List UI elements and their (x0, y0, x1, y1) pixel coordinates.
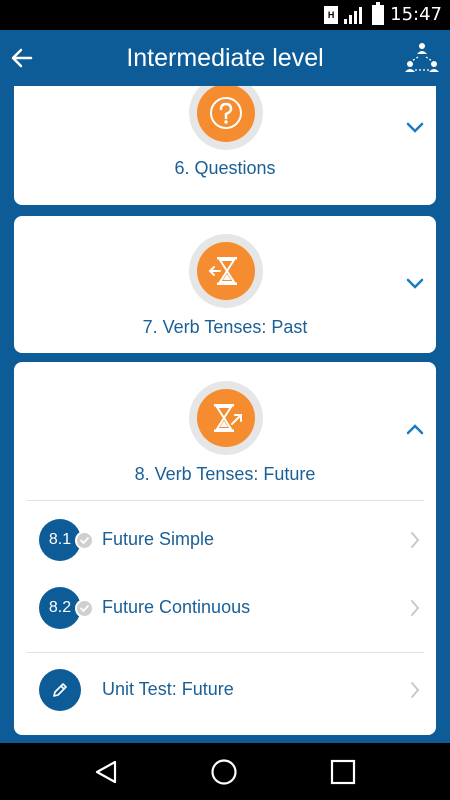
nav-home-button[interactable] (208, 756, 240, 788)
nav-recents-button[interactable] (327, 756, 359, 788)
hourglass-up-arrow-icon (214, 404, 242, 432)
question-mark-icon (210, 97, 242, 129)
unit-card-verb-tenses-future[interactable]: 8. Verb Tenses: Future 8.1 Future Simple… (14, 362, 436, 735)
pencil-icon (53, 683, 67, 697)
hourglass-left-arrow-icon (208, 257, 237, 285)
lesson-label: Future Simple (102, 529, 215, 549)
unit-test-badge (39, 669, 81, 711)
lesson-row-future-simple[interactable]: 8.1 Future Simple (14, 510, 436, 570)
battery-icon (372, 1, 385, 25)
system-nav-bar (0, 743, 450, 800)
checkmark-icon (75, 531, 94, 550)
chevron-right-icon (411, 532, 420, 548)
chevron-right-icon (411, 600, 420, 616)
unit-badge (189, 86, 263, 150)
chevron-down-icon[interactable] (404, 120, 426, 134)
chevron-down-icon[interactable] (404, 276, 426, 290)
home-circle-icon (211, 759, 237, 785)
community-button[interactable] (402, 38, 442, 78)
status-time: 15:47 (390, 4, 442, 25)
app-bar: Intermediate level (0, 30, 450, 86)
chevron-right-icon (411, 682, 420, 698)
nav-back-button[interactable] (90, 756, 122, 788)
people-network-icon (405, 43, 439, 72)
sim-icon: H (324, 5, 339, 24)
unit-badge (189, 234, 263, 308)
recents-square-icon (330, 759, 356, 785)
signal-icon (344, 6, 366, 24)
page-title: Intermediate level (126, 44, 324, 72)
chevron-up-icon[interactable] (404, 422, 426, 436)
status-icons: H 15:47 (324, 1, 442, 25)
lesson-row-future-continuous[interactable]: 8.2 Future Continuous (14, 578, 436, 638)
checkmark-icon (75, 599, 94, 618)
unit-list[interactable]: 6. Questions 7. Verb Tenses: Past 8. Ver… (0, 86, 450, 743)
status-bar: H 15:47 (0, 0, 450, 30)
unit-test-label: Unit Test: Future (102, 679, 234, 699)
back-triangle-icon (95, 760, 117, 784)
unit-title: 8. Verb Tenses: Future (134, 464, 316, 484)
unit-title: 7. Verb Tenses: Past (142, 317, 308, 337)
unit-card-questions[interactable]: 6. Questions (14, 86, 436, 205)
unit-test-row[interactable]: Unit Test: Future (14, 660, 436, 720)
unit-badge (189, 381, 263, 455)
unit-title: 6. Questions (174, 158, 276, 178)
divider (26, 500, 424, 501)
unit-card-verb-tenses-past[interactable]: 7. Verb Tenses: Past (14, 216, 436, 353)
lesson-label: Future Continuous (102, 597, 251, 617)
divider (26, 652, 424, 653)
